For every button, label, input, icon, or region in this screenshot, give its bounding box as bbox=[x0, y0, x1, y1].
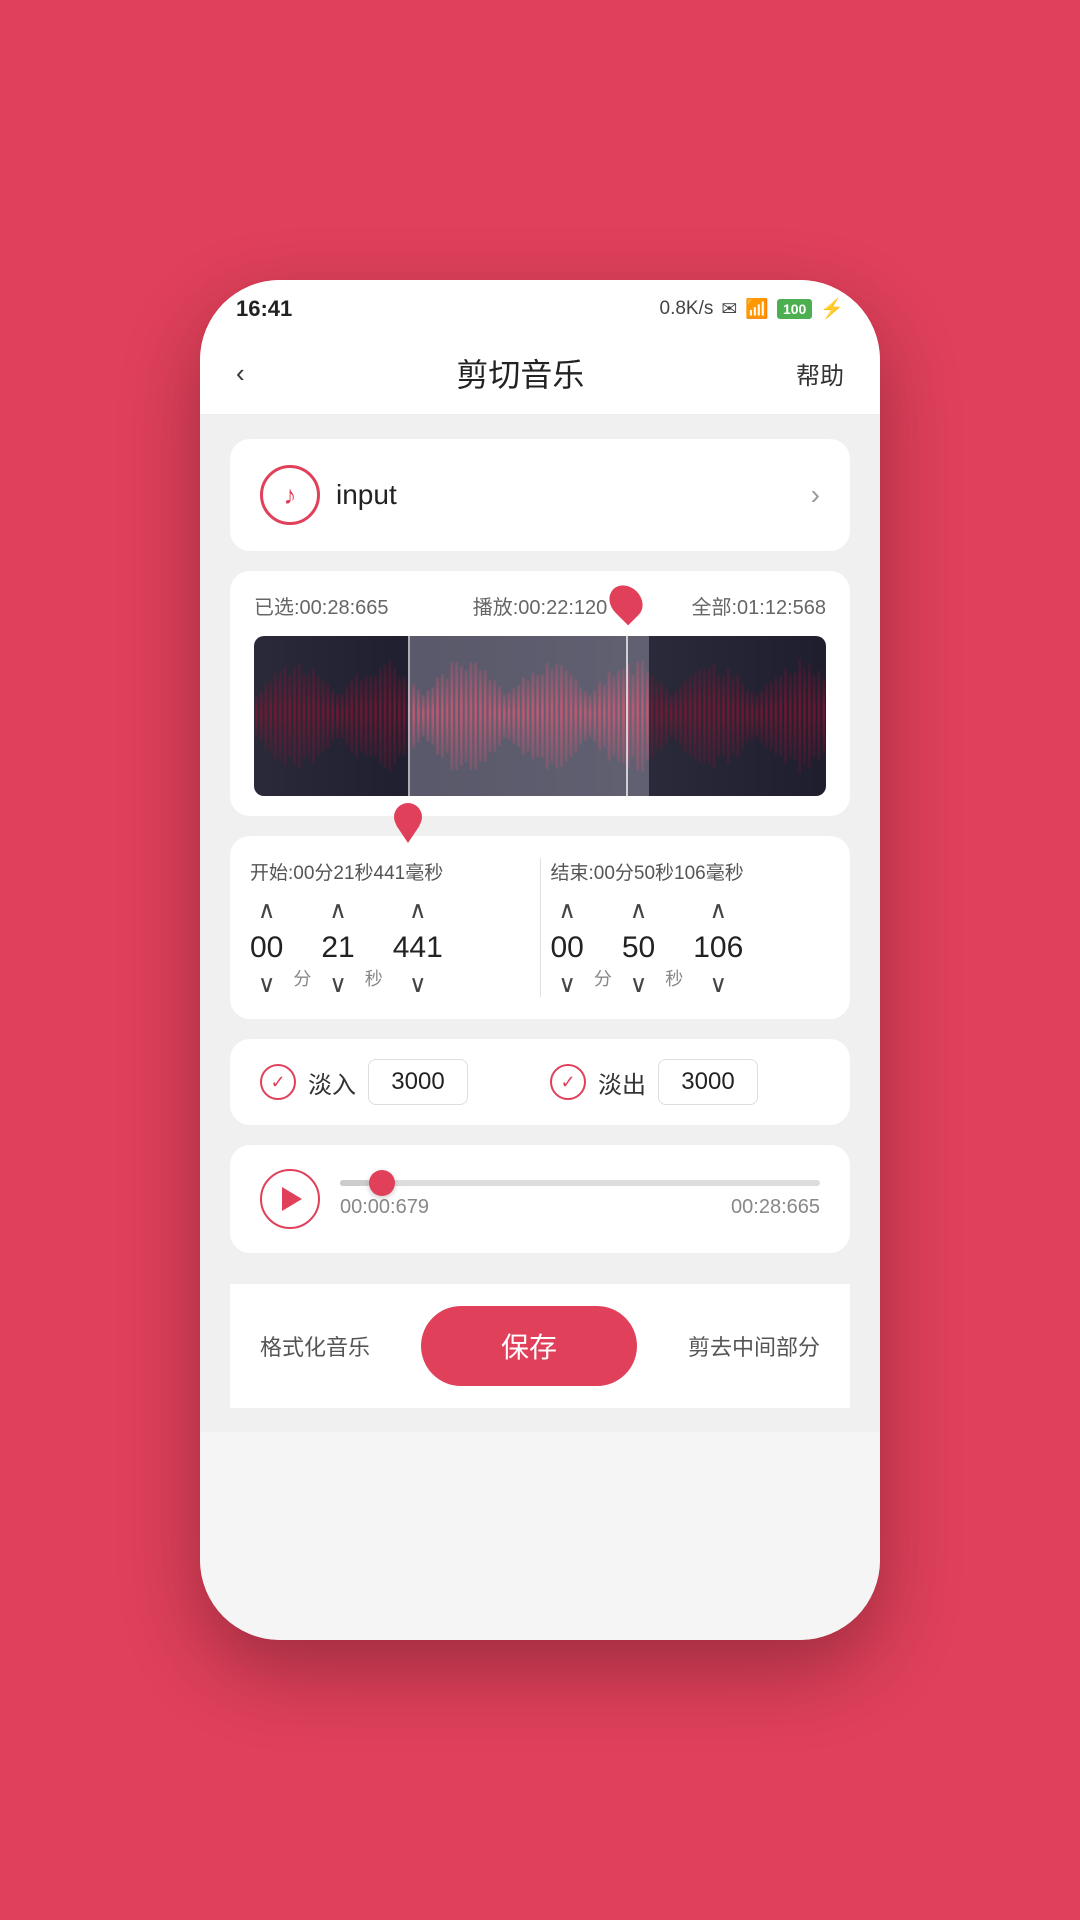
help-button[interactable]: 帮助 bbox=[796, 356, 844, 391]
bottom-marker-drop bbox=[393, 803, 423, 843]
bottom-marker[interactable] bbox=[393, 803, 423, 848]
message-icon: ✉ bbox=[721, 298, 737, 321]
start-min-unit: 分 bbox=[293, 965, 311, 991]
end-sec-unit: 秒 bbox=[665, 965, 683, 991]
page-title: 剪切音乐 bbox=[456, 350, 584, 396]
start-sec-unit: 秒 bbox=[365, 965, 383, 991]
phone-frame: 16:41 0.8K/s ✉ 📶 100 ⚡ ‹ 剪切音乐 帮助 ♪ bbox=[200, 280, 880, 1640]
file-name: input bbox=[336, 479, 795, 511]
waveform-canvas bbox=[254, 636, 826, 796]
end-min-unit: 分 bbox=[594, 965, 612, 991]
top-nav: ‹ 剪切音乐 帮助 bbox=[200, 332, 880, 415]
fade-card: ✓ 淡入 ✓ 淡出 bbox=[230, 1039, 850, 1125]
start-min-val: 00 bbox=[250, 931, 283, 965]
end-sec-down[interactable]: ∨ bbox=[630, 973, 648, 997]
fade-out-label: 淡出 bbox=[598, 1065, 646, 1100]
end-ms-down[interactable]: ∨ bbox=[709, 973, 727, 997]
start-sec-col: ∧ 21 ∨ bbox=[321, 899, 354, 997]
current-time: 00:00:679 bbox=[340, 1196, 429, 1219]
fade-out-section: ✓ 淡出 bbox=[550, 1059, 820, 1105]
slider-thumb[interactable] bbox=[369, 1170, 395, 1196]
start-min-down[interactable]: ∨ bbox=[258, 973, 276, 997]
back-button[interactable]: ‹ bbox=[236, 358, 245, 389]
fade-in-input[interactable] bbox=[368, 1059, 468, 1105]
start-sec-up[interactable]: ∧ bbox=[329, 899, 347, 923]
waveform-card: 已选:00:28:665 播放:00:22:120 全部:01:12:568 bbox=[230, 571, 850, 816]
music-note-icon: ♪ bbox=[284, 480, 297, 511]
cut-middle-button[interactable]: 剪去中间部分 bbox=[688, 1330, 820, 1362]
file-card: ♪ input › bbox=[230, 439, 850, 551]
fade-in-section: ✓ 淡入 bbox=[260, 1059, 530, 1105]
play-icon bbox=[282, 1187, 302, 1211]
waveform-display bbox=[254, 636, 826, 796]
start-min-up[interactable]: ∧ bbox=[258, 899, 276, 923]
end-ms-val: 106 bbox=[693, 931, 743, 965]
status-right: 0.8K/s ✉ 📶 100 ⚡ bbox=[660, 297, 845, 321]
bottom-bar: 格式化音乐 保存 剪去中间部分 bbox=[230, 1283, 850, 1408]
progress-slider[interactable]: 00:00:679 00:28:665 bbox=[340, 1180, 820, 1219]
status-bar: 16:41 0.8K/s ✉ 📶 100 ⚡ bbox=[200, 280, 880, 332]
start-time-label: 开始:00分21秒441毫秒 bbox=[250, 858, 530, 885]
fade-in-check[interactable]: ✓ bbox=[260, 1064, 296, 1100]
network-speed: 0.8K/s bbox=[660, 298, 714, 320]
start-time-section: 开始:00分21秒441毫秒 ∧ 00 ∨ 分 ∧ 21 ∨ bbox=[250, 858, 530, 997]
chevron-right-icon: › bbox=[811, 479, 820, 511]
top-marker[interactable] bbox=[611, 584, 641, 616]
start-sec-val: 21 bbox=[321, 931, 354, 965]
player-card: 00:00:679 00:28:665 bbox=[230, 1145, 850, 1253]
end-min-val: 00 bbox=[551, 931, 584, 965]
music-icon-wrap: ♪ bbox=[260, 465, 320, 525]
waveform-wrap[interactable] bbox=[254, 636, 826, 796]
start-ms-down[interactable]: ∨ bbox=[409, 973, 427, 997]
end-sec-val: 50 bbox=[622, 931, 655, 965]
start-time-controls: ∧ 00 ∨ 分 ∧ 21 ∨ 秒 bbox=[250, 899, 530, 997]
start-ms-col: ∧ 441 ∨ bbox=[393, 899, 443, 997]
total-time: 全部:01:12:568 bbox=[691, 591, 826, 620]
total-duration: 00:28:665 bbox=[731, 1196, 820, 1219]
charging-icon: ⚡ bbox=[820, 297, 844, 321]
status-time: 16:41 bbox=[236, 296, 292, 322]
playing-time: 播放:00:22:120 bbox=[473, 591, 608, 620]
time-sections: 开始:00分21秒441毫秒 ∧ 00 ∨ 分 ∧ 21 ∨ bbox=[250, 858, 830, 997]
save-button[interactable]: 保存 bbox=[421, 1306, 637, 1386]
end-time-label: 结束:00分50秒106毫秒 bbox=[551, 858, 831, 885]
end-ms-col: ∧ 106 ∨ bbox=[693, 899, 743, 997]
start-min-col: ∧ 00 ∨ bbox=[250, 899, 283, 997]
slider-fill bbox=[340, 1180, 369, 1186]
content-area: ♪ input › 已选:00:28:665 播放:00:22:120 全部:0… bbox=[200, 415, 880, 1432]
file-row[interactable]: ♪ input › bbox=[260, 465, 820, 525]
start-ms-up[interactable]: ∧ bbox=[409, 899, 427, 923]
phone-inner: 16:41 0.8K/s ✉ 📶 100 ⚡ ‹ 剪切音乐 帮助 ♪ bbox=[200, 280, 880, 1640]
selected-time: 已选:00:28:665 bbox=[254, 591, 389, 620]
format-music-button[interactable]: 格式化音乐 bbox=[260, 1330, 370, 1362]
end-time-section: 结束:00分50秒106毫秒 ∧ 00 ∨ 分 ∧ 50 ∨ bbox=[551, 858, 831, 997]
time-adjust-card: 开始:00分21秒441毫秒 ∧ 00 ∨ 分 ∧ 21 ∨ bbox=[230, 836, 850, 1019]
end-min-down[interactable]: ∨ bbox=[558, 973, 576, 997]
fade-in-label: 淡入 bbox=[308, 1065, 356, 1100]
play-button[interactable] bbox=[260, 1169, 320, 1229]
fade-out-input[interactable] bbox=[658, 1059, 758, 1105]
time-info: 已选:00:28:665 播放:00:22:120 全部:01:12:568 bbox=[254, 591, 826, 620]
slider-track bbox=[340, 1180, 820, 1186]
end-time-controls: ∧ 00 ∨ 分 ∧ 50 ∨ 秒 bbox=[551, 899, 831, 997]
fade-out-check[interactable]: ✓ bbox=[550, 1064, 586, 1100]
start-sec-down[interactable]: ∨ bbox=[329, 973, 347, 997]
battery-indicator: 100 bbox=[777, 299, 812, 319]
end-min-col: ∧ 00 ∨ bbox=[551, 899, 584, 997]
end-ms-up[interactable]: ∧ bbox=[709, 899, 727, 923]
end-sec-col: ∧ 50 ∨ bbox=[622, 899, 655, 997]
time-divider bbox=[540, 858, 541, 997]
wifi-icon: 📶 bbox=[745, 297, 769, 321]
player-row: 00:00:679 00:28:665 bbox=[260, 1169, 820, 1229]
end-min-up[interactable]: ∧ bbox=[558, 899, 576, 923]
slider-times: 00:00:679 00:28:665 bbox=[340, 1196, 820, 1219]
start-ms-val: 441 bbox=[393, 931, 443, 965]
end-sec-up[interactable]: ∧ bbox=[630, 899, 648, 923]
